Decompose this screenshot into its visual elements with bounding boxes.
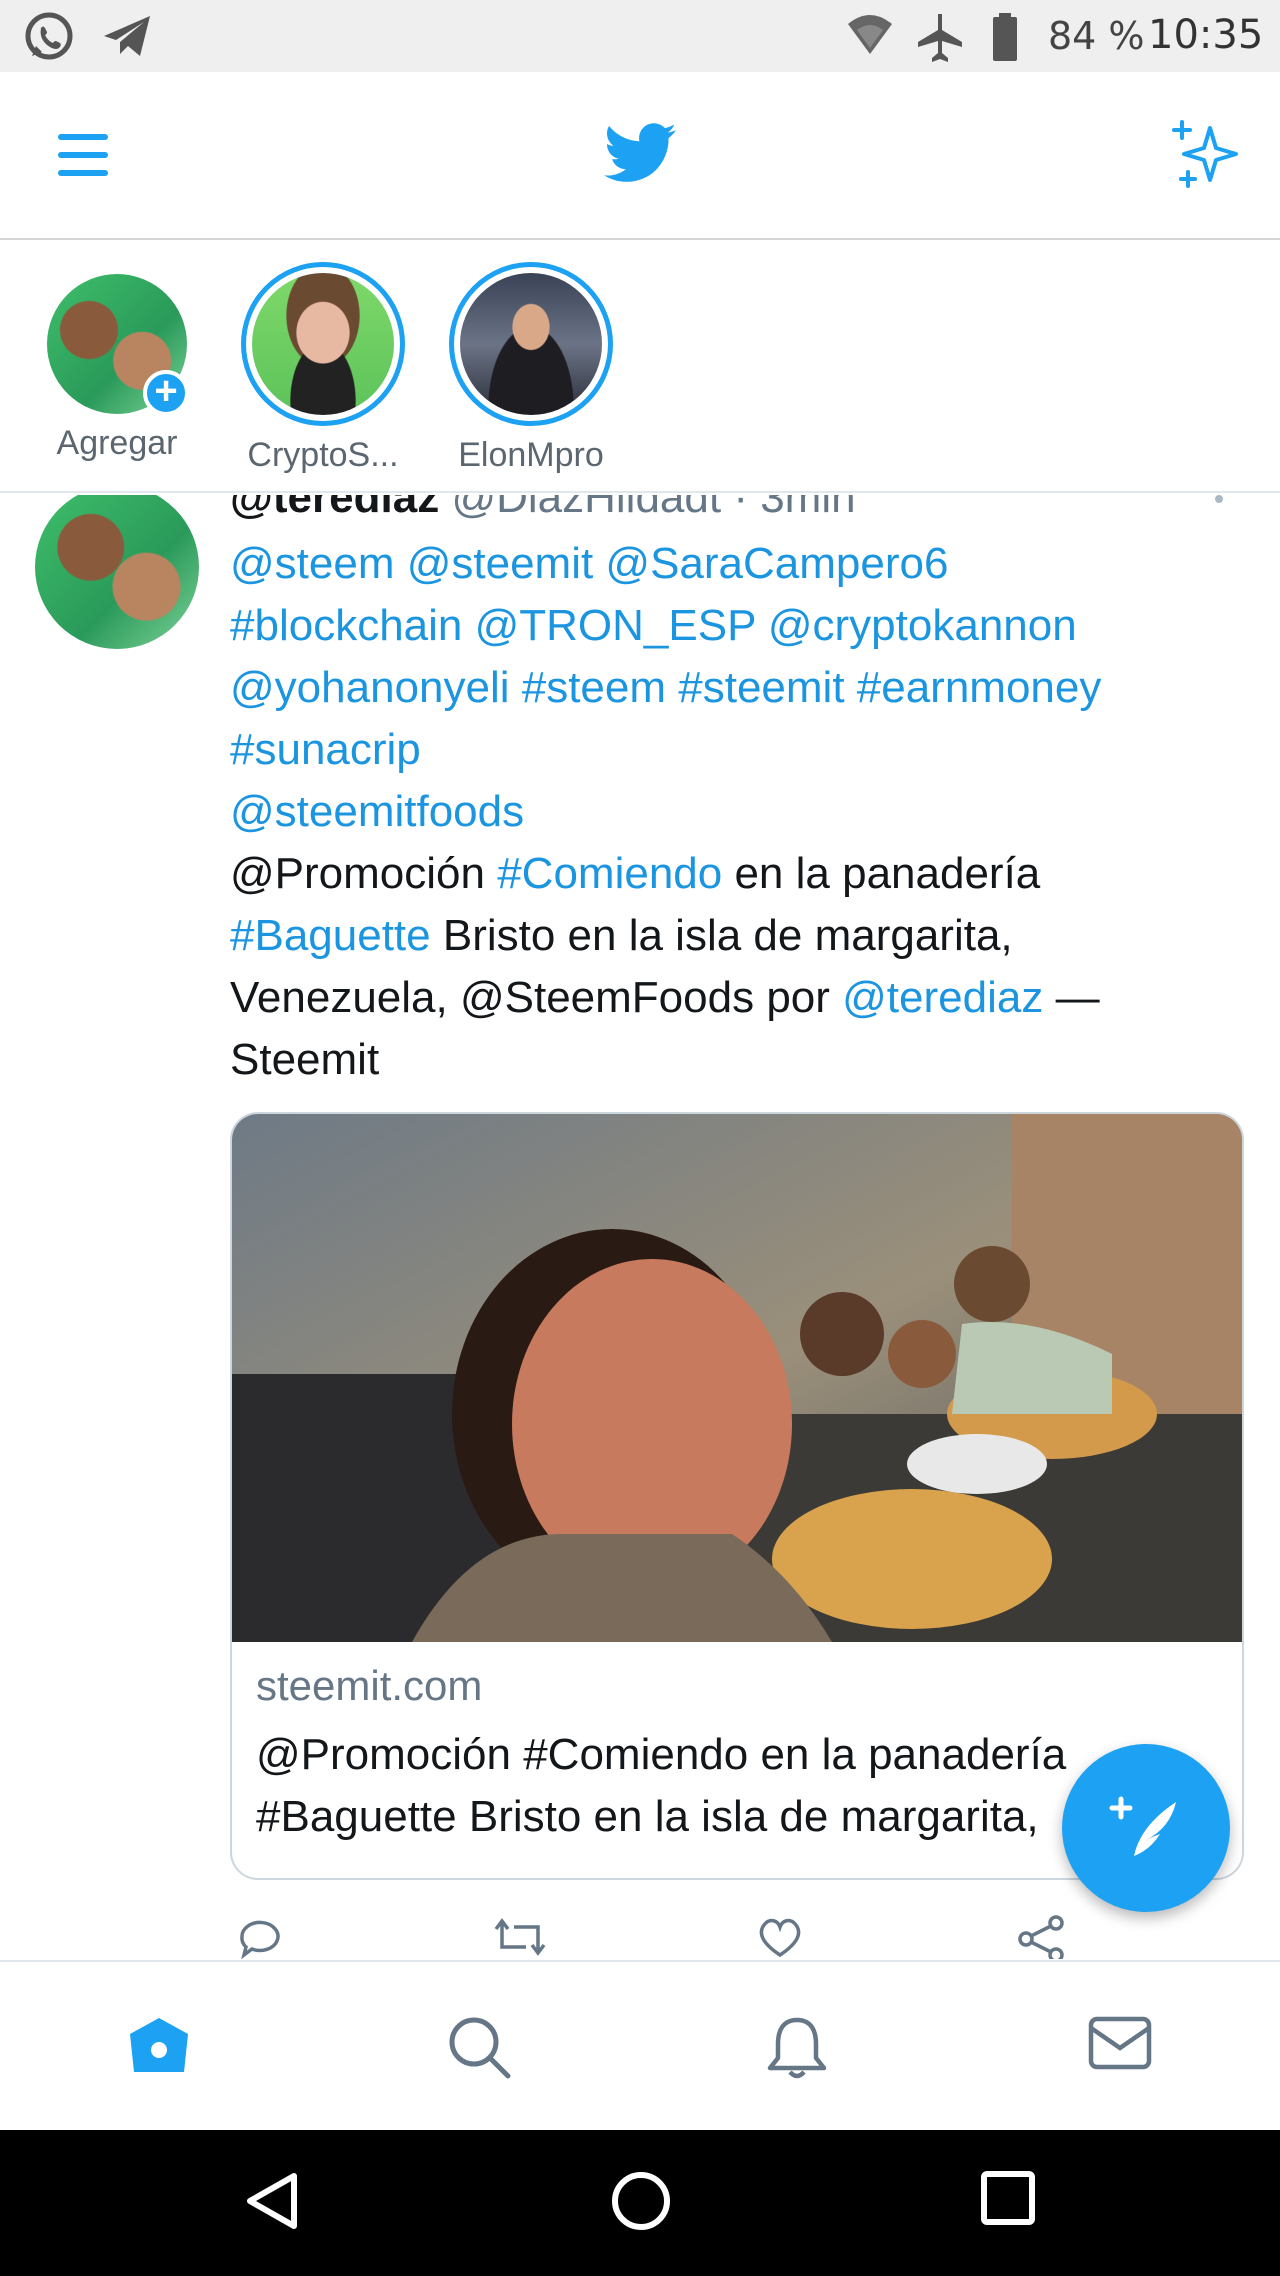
wifi-icon (848, 15, 892, 54)
tweet-text-segment: @Promoción (230, 849, 498, 898)
fleets-row: + Agregar CryptoS... ElonMpro (0, 240, 1280, 493)
tweet-link[interactable]: @yohanonyeli #steem #steemit #earnmoney (230, 663, 1101, 712)
compose-tweet-button[interactable] (1062, 1744, 1230, 1912)
system-navigation-bar (0, 2130, 1280, 2276)
tweet-link[interactable]: #blockchain @TRON_ESP @cryptokannon (230, 601, 1077, 650)
menu-icon[interactable] (56, 132, 110, 178)
telegram-icon (104, 16, 150, 56)
home-circle-icon[interactable] (610, 2170, 672, 2232)
tweet-link[interactable]: #Comiendo (497, 849, 722, 898)
tweet-text-segment: Venezuela, @SteemFoods por (230, 973, 843, 1022)
top-app-bar (0, 72, 1280, 240)
tweet-link[interactable]: #Baguette (230, 911, 431, 960)
fleet-add[interactable]: + Agregar (22, 262, 212, 463)
tweet-text-segment: en la panadería (722, 849, 1041, 898)
fleet-elonmpro[interactable]: ElonMpro (436, 262, 626, 475)
compose-tweet-icon (1109, 1796, 1176, 1856)
status-bar: 84 % 10:35 (0, 0, 1280, 72)
like-icon[interactable] (756, 1915, 804, 1959)
tweet-text-segment: Bristo en la isla de margarita, (430, 911, 1013, 960)
whatsapp-icon (25, 12, 73, 60)
back-icon[interactable] (244, 2170, 300, 2232)
tweet[interactable]: @terediaz @DiazHildadt · 3min @steem @st… (0, 495, 1280, 1960)
fleet-label: Agregar (56, 424, 178, 462)
tweet-link[interactable]: #sunacrip (230, 725, 421, 774)
battery-icon (993, 13, 1017, 61)
author-name[interactable]: @terediaz (230, 495, 439, 522)
author-handle: @DiazHildadt (451, 495, 722, 522)
messages-icon[interactable] (1088, 2014, 1152, 2072)
search-icon[interactable] (446, 2014, 512, 2080)
share-icon[interactable] (1016, 1915, 1066, 1959)
fleet-label: ElonMpro (458, 436, 604, 474)
airplane-icon (918, 14, 962, 62)
sparkle-icon[interactable] (1170, 120, 1244, 190)
twitter-logo-icon[interactable] (604, 122, 676, 184)
fleet-cryptos[interactable]: CryptoS... (228, 262, 418, 475)
clock: 10:35 (1148, 12, 1264, 58)
recents-icon[interactable] (980, 2170, 1036, 2226)
bottom-navigation (0, 1960, 1280, 2130)
tweet-link[interactable]: @steem @steemit @SaraCampero6 (230, 539, 948, 588)
tweet-text: @steem @steemit @SaraCampero6 #blockchai… (230, 533, 1240, 1091)
add-fleet-icon[interactable]: + (143, 370, 189, 416)
tweet-actions (230, 1915, 1130, 1960)
card-domain: steemit.com (256, 1662, 483, 1709)
home-icon[interactable] (126, 2014, 192, 2076)
reply-icon[interactable] (234, 1915, 282, 1959)
more-options-icon[interactable] (1212, 495, 1226, 515)
card-image (232, 1114, 1242, 1642)
notifications-icon[interactable] (766, 2014, 828, 2080)
fleet-label: CryptoS... (247, 436, 399, 474)
avatar (252, 273, 394, 415)
tweet-link[interactable]: @terediaz (842, 973, 1043, 1022)
tweet-text-segment: — (1043, 973, 1100, 1022)
tweet-header: @terediaz @DiazHildadt · 3min (230, 495, 856, 523)
retweet-icon[interactable] (492, 1915, 548, 1959)
tweet-text-segment: Steemit (230, 1035, 380, 1084)
tweet-time: · 3min (733, 495, 856, 522)
avatar (460, 273, 602, 415)
avatar[interactable] (35, 495, 199, 649)
battery-percent: 84 % (1048, 14, 1145, 58)
tweet-link[interactable]: @steemitfoods (230, 787, 524, 836)
